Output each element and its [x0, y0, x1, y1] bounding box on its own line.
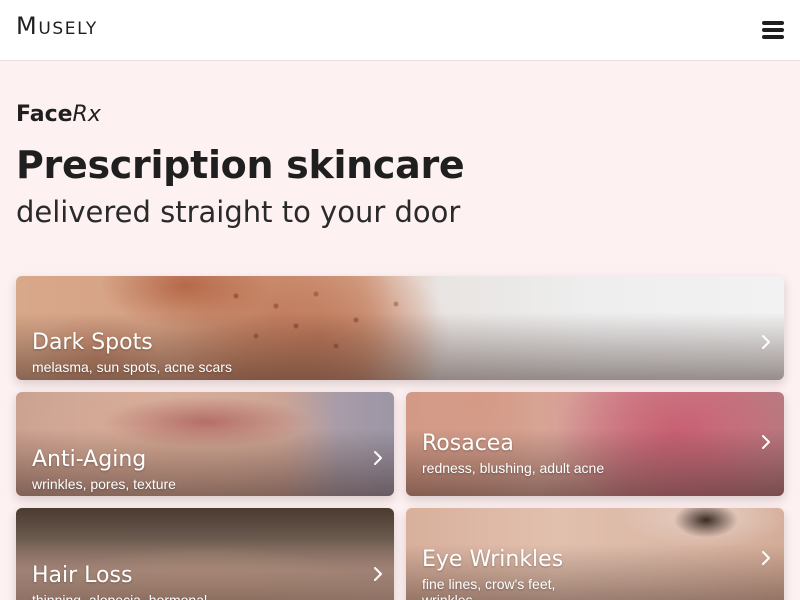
page-headline: Prescription skincare — [16, 143, 465, 187]
logo-initial: M — [16, 12, 39, 40]
hamburger-menu-icon[interactable] — [762, 21, 784, 39]
treatment-card-eye-wrinkles[interactable]: Eye Wrinkles fine lines, crow's feet, wr… — [406, 508, 784, 600]
card-description: fine lines, crow's feet, wrinkles — [422, 576, 556, 600]
treatment-card-dark-spots[interactable]: Dark Spots melasma, sun spots, acne scar… — [16, 276, 784, 380]
treatment-card-rosacea[interactable]: Rosacea redness, blushing, adult acne — [406, 392, 784, 496]
card-description: wrinkles, pores, texture — [32, 476, 176, 492]
logo-wordmark: USELY — [38, 19, 98, 39]
page-subheadline: delivered straight to your door — [16, 195, 461, 229]
product-eyebrow: FaceRx — [16, 104, 101, 126]
card-description: redness, blushing, adult acne — [422, 460, 605, 476]
card-title: Eye Wrinkles — [422, 547, 564, 572]
eyebrow-bold: Face — [16, 102, 73, 127]
card-title: Anti-Aging — [32, 447, 147, 472]
chevron-right-icon — [374, 451, 382, 465]
card-title: Hair Loss — [32, 563, 133, 588]
card-title: Dark Spots — [32, 330, 153, 355]
card-title: Rosacea — [422, 431, 514, 456]
chevron-right-icon — [762, 435, 770, 449]
treatment-card-hair-loss[interactable]: Hair Loss thinning, alopecia, hormonal — [16, 508, 394, 600]
eyebrow-italic: Rx — [72, 102, 101, 127]
treatment-card-anti-aging[interactable]: Anti-Aging wrinkles, pores, texture — [16, 392, 394, 496]
card-description: melasma, sun spots, acne scars — [32, 359, 232, 375]
card-description: thinning, alopecia, hormonal — [32, 592, 208, 600]
top-navigation-bar: MUSELY — [0, 0, 800, 61]
chevron-right-icon — [762, 551, 770, 565]
chevron-right-icon — [374, 567, 382, 581]
chevron-right-icon — [762, 335, 770, 349]
musely-logo[interactable]: MUSELY — [16, 14, 98, 38]
